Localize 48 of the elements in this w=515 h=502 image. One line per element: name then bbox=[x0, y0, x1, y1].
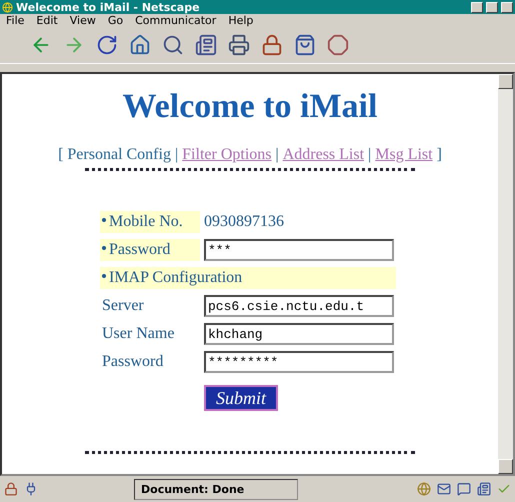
field-label: Server bbox=[101, 296, 145, 316]
status-text: Document: Done bbox=[134, 478, 298, 500]
input-field[interactable]: ********* bbox=[204, 351, 394, 373]
separator: | bbox=[276, 146, 279, 164]
scroll-down-button[interactable] bbox=[498, 459, 513, 474]
field-label: Password bbox=[100, 239, 200, 261]
lock-icon[interactable] bbox=[4, 482, 18, 496]
bracket: [ bbox=[58, 146, 64, 164]
plug-icon[interactable] bbox=[24, 482, 38, 496]
home-icon[interactable] bbox=[129, 34, 151, 56]
scroll-up-button[interactable] bbox=[498, 74, 513, 89]
bag-icon[interactable] bbox=[294, 34, 316, 56]
bracket: ] bbox=[436, 146, 442, 164]
mobile-number: 0930897136 bbox=[204, 212, 285, 232]
stop-icon[interactable] bbox=[327, 34, 349, 56]
input-field[interactable]: *** bbox=[204, 239, 394, 261]
newspaper-icon[interactable] bbox=[195, 34, 217, 56]
separator: | bbox=[368, 146, 372, 164]
menu-item[interactable]: Edit bbox=[36, 14, 58, 27]
menu-item[interactable]: Help bbox=[228, 14, 254, 27]
page-heading: Welcome to iMail bbox=[122, 88, 378, 126]
newspaper-icon[interactable] bbox=[477, 482, 491, 496]
menu-item[interactable]: View bbox=[70, 14, 96, 27]
minimize-button[interactable] bbox=[471, 2, 483, 12]
field-label: Password bbox=[101, 352, 164, 372]
menu-item[interactable]: Go bbox=[108, 14, 124, 27]
nav-link[interactable]: Personal Config bbox=[67, 146, 171, 164]
separator: | bbox=[174, 146, 178, 164]
chat-icon[interactable] bbox=[457, 482, 471, 496]
menu-item[interactable]: File bbox=[6, 14, 24, 27]
submit-button[interactable]: Submit bbox=[204, 385, 278, 411]
nav-link[interactable]: Filter Options bbox=[182, 146, 272, 164]
menu-item[interactable]: Communicator bbox=[135, 14, 216, 27]
nav-link[interactable]: Msg List bbox=[375, 146, 433, 164]
field-label: User Name bbox=[101, 324, 176, 344]
lock-icon[interactable] bbox=[261, 34, 283, 56]
window-title: Welecome to iMail - Netscape bbox=[16, 0, 201, 14]
nav-link[interactable]: Address List bbox=[282, 146, 364, 164]
maximize-button[interactable] bbox=[486, 2, 498, 12]
mail-icon[interactable] bbox=[437, 482, 451, 496]
section-label: IMAP Configuration bbox=[100, 267, 396, 289]
input-field[interactable]: pcs6.csie.nctu.edu.t bbox=[204, 295, 394, 317]
input-field[interactable]: khchang bbox=[204, 323, 394, 345]
reload-icon[interactable] bbox=[96, 34, 118, 56]
close-button[interactable] bbox=[501, 2, 513, 12]
search-icon[interactable] bbox=[162, 34, 184, 56]
field-label: Mobile No. bbox=[100, 211, 200, 233]
printer-icon[interactable] bbox=[228, 34, 250, 56]
